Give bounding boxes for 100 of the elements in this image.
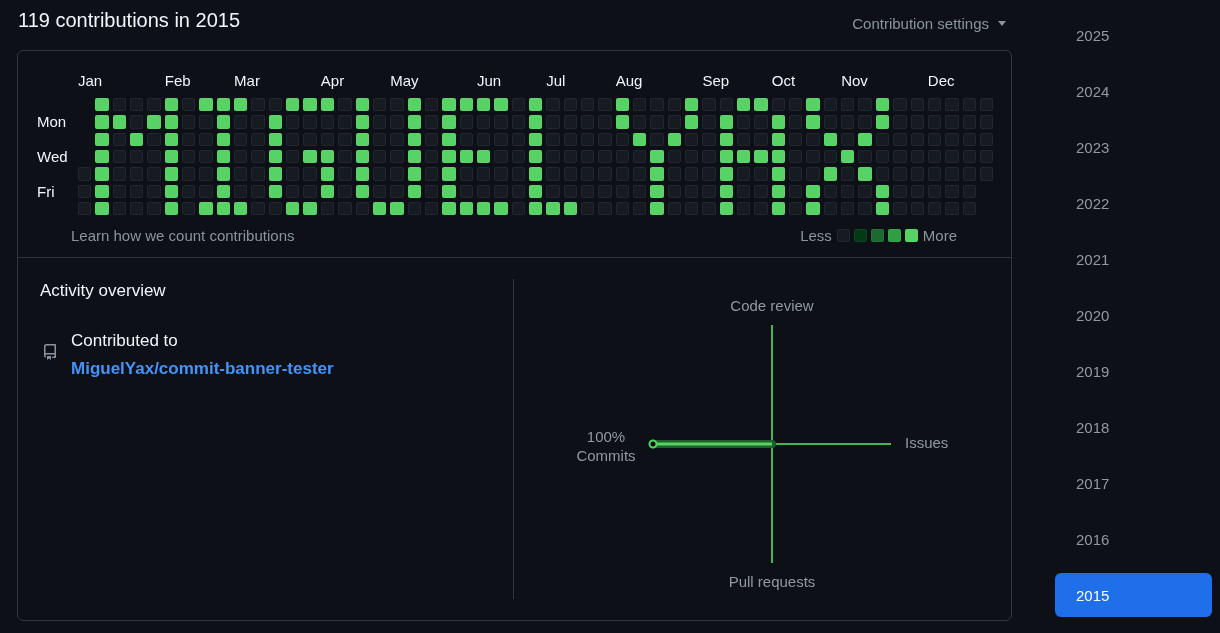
contribution-day[interactable] bbox=[407, 184, 421, 199]
contribution-day[interactable] bbox=[164, 167, 179, 181]
contribution-day[interactable] bbox=[216, 132, 231, 147]
contribution-day[interactable] bbox=[303, 98, 317, 112]
contribution-day[interactable] bbox=[320, 150, 335, 164]
contribution-day[interactable] bbox=[528, 202, 543, 216]
contribution-day[interactable] bbox=[771, 132, 786, 147]
contribution-day[interactable] bbox=[164, 115, 179, 129]
contribution-day[interactable] bbox=[459, 98, 473, 112]
contribution-day[interactable] bbox=[407, 132, 421, 147]
contribution-day[interactable] bbox=[355, 167, 369, 181]
contribution-day[interactable] bbox=[303, 202, 317, 216]
contribution-day[interactable] bbox=[320, 98, 335, 112]
contribution-day[interactable] bbox=[771, 202, 786, 216]
contribution-settings-dropdown[interactable]: Contribution settings bbox=[852, 15, 1006, 32]
contribution-day[interactable] bbox=[268, 150, 283, 164]
contribution-day[interactable] bbox=[754, 150, 768, 164]
contribution-day[interactable] bbox=[95, 98, 109, 112]
year-link[interactable]: 2020 bbox=[1055, 293, 1212, 337]
contribution-day[interactable] bbox=[442, 132, 456, 147]
year-link[interactable]: 2016 bbox=[1055, 517, 1212, 561]
contribution-day[interactable] bbox=[771, 115, 786, 129]
contribution-day[interactable] bbox=[407, 98, 421, 112]
contribution-day[interactable] bbox=[771, 167, 786, 181]
contribution-day[interactable] bbox=[858, 132, 872, 147]
contribution-day[interactable] bbox=[754, 98, 768, 112]
contribution-day[interactable] bbox=[286, 98, 300, 112]
contribution-day[interactable] bbox=[407, 115, 421, 129]
contribution-day[interactable] bbox=[320, 167, 335, 181]
contribution-day[interactable] bbox=[494, 98, 508, 112]
contribution-day[interactable] bbox=[216, 98, 231, 112]
year-link[interactable]: 2023 bbox=[1055, 125, 1212, 169]
contribution-day[interactable] bbox=[841, 150, 855, 164]
year-link[interactable]: 2021 bbox=[1055, 237, 1212, 281]
contribution-day[interactable] bbox=[771, 184, 786, 199]
contribution-day[interactable] bbox=[719, 132, 734, 147]
contribution-day[interactable] bbox=[494, 202, 508, 216]
contribution-day[interactable] bbox=[355, 132, 369, 147]
contribution-day[interactable] bbox=[476, 150, 491, 164]
contribution-day[interactable] bbox=[806, 202, 820, 216]
contribution-day[interactable] bbox=[112, 115, 127, 129]
contribution-day[interactable] bbox=[615, 98, 629, 112]
contribution-day[interactable] bbox=[320, 184, 335, 199]
contribution-day[interactable] bbox=[667, 132, 682, 147]
contribution-day[interactable] bbox=[95, 132, 109, 147]
contribution-day[interactable] bbox=[442, 202, 456, 216]
contribution-day[interactable] bbox=[355, 115, 369, 129]
contribution-day[interactable] bbox=[407, 150, 421, 164]
contribution-day[interactable] bbox=[875, 115, 890, 129]
contribution-day[interactable] bbox=[303, 150, 317, 164]
contribution-day[interactable] bbox=[234, 98, 248, 112]
contribution-day[interactable] bbox=[199, 202, 213, 216]
contribution-day[interactable] bbox=[806, 184, 820, 199]
contribution-day[interactable] bbox=[719, 150, 734, 164]
contribution-day[interactable] bbox=[268, 132, 283, 147]
contribution-day[interactable] bbox=[528, 150, 543, 164]
contribution-day[interactable] bbox=[875, 202, 890, 216]
year-link[interactable]: 2025 bbox=[1055, 13, 1212, 57]
contribution-day[interactable] bbox=[806, 98, 820, 112]
contribution-day[interactable] bbox=[234, 202, 248, 216]
learn-link[interactable]: Learn how we count contributions bbox=[71, 226, 295, 244]
contribution-day[interactable] bbox=[528, 115, 543, 129]
contribution-day[interactable] bbox=[823, 132, 838, 147]
contribution-day[interactable] bbox=[355, 98, 369, 112]
contribution-day[interactable] bbox=[737, 150, 751, 164]
contribution-day[interactable] bbox=[650, 184, 664, 199]
contribution-day[interactable] bbox=[875, 98, 890, 112]
contribution-day[interactable] bbox=[164, 132, 179, 147]
contribution-day[interactable] bbox=[685, 98, 699, 112]
contribution-day[interactable] bbox=[650, 150, 664, 164]
contribution-day[interactable] bbox=[719, 184, 734, 199]
year-link[interactable]: 2017 bbox=[1055, 461, 1212, 505]
contribution-day[interactable] bbox=[615, 115, 629, 129]
contribution-day[interactable] bbox=[130, 132, 144, 147]
contribution-day[interactable] bbox=[719, 167, 734, 181]
contribution-day[interactable] bbox=[442, 150, 456, 164]
contribution-day[interactable] bbox=[407, 167, 421, 181]
year-link[interactable]: 2024 bbox=[1055, 69, 1212, 113]
contribution-day[interactable] bbox=[216, 167, 231, 181]
contribution-day[interactable] bbox=[164, 202, 179, 216]
contribution-day[interactable] bbox=[390, 202, 404, 216]
contribution-day[interactable] bbox=[216, 202, 231, 216]
year-link[interactable]: 2015 bbox=[1055, 573, 1212, 617]
contribution-day[interactable] bbox=[875, 184, 890, 199]
contribution-day[interactable] bbox=[95, 184, 109, 199]
contribution-day[interactable] bbox=[823, 167, 838, 181]
contribution-day[interactable] bbox=[355, 150, 369, 164]
contribution-day[interactable] bbox=[459, 202, 473, 216]
contribution-day[interactable] bbox=[633, 132, 647, 147]
contribution-day[interactable] bbox=[216, 115, 231, 129]
contribution-day[interactable] bbox=[771, 150, 786, 164]
contribution-day[interactable] bbox=[719, 202, 734, 216]
contribution-day[interactable] bbox=[95, 150, 109, 164]
contribution-day[interactable] bbox=[719, 115, 734, 129]
contribution-day[interactable] bbox=[650, 202, 664, 216]
contribution-day[interactable] bbox=[164, 98, 179, 112]
contribution-day[interactable] bbox=[442, 98, 456, 112]
contribution-day[interactable] bbox=[164, 184, 179, 199]
contribution-day[interactable] bbox=[476, 98, 491, 112]
contribution-day[interactable] bbox=[268, 115, 283, 129]
